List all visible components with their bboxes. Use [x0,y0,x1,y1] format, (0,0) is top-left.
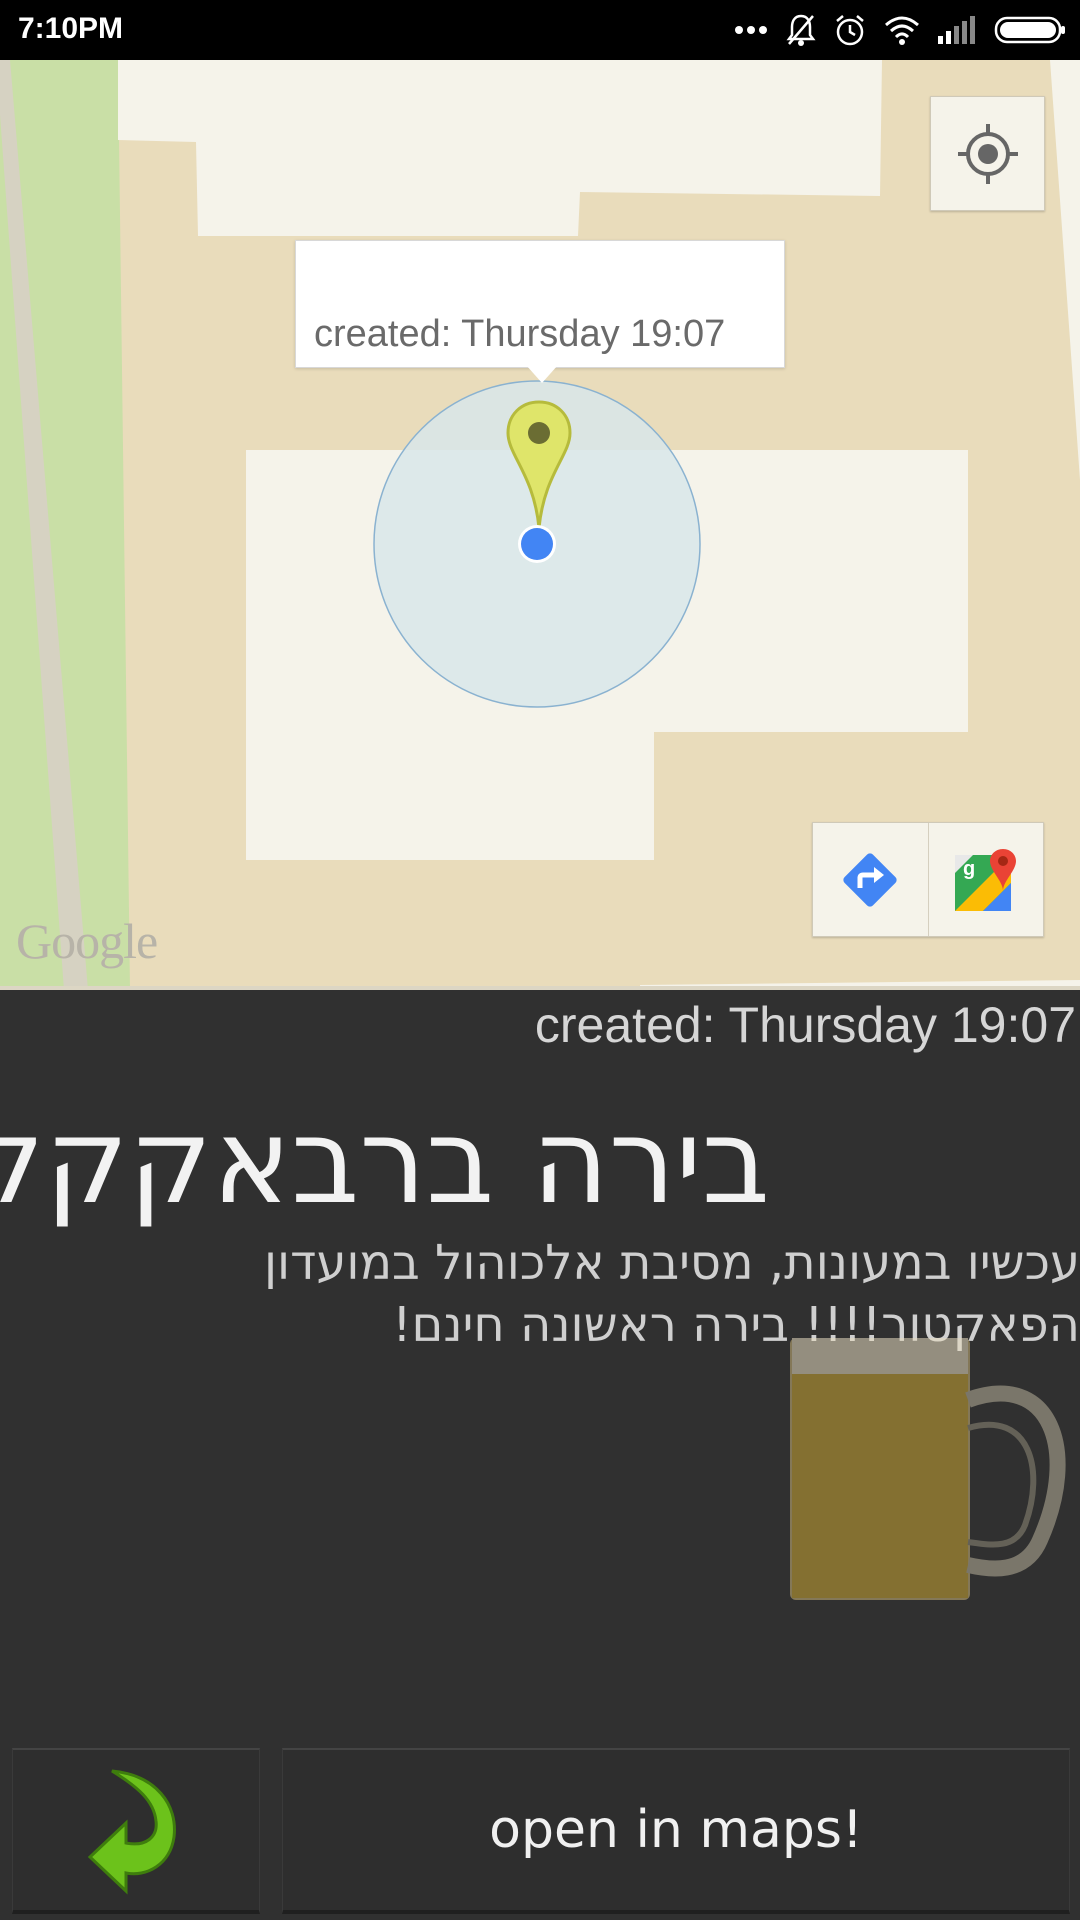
my-location-icon [957,123,1018,184]
battery-icon [994,16,1065,44]
alarm-icon [836,15,864,46]
info-window-text: created: Thursday 19:07 [314,313,726,355]
open-in-maps-button[interactable]: open in maps! [282,1748,1070,1914]
map-toolbar: g [812,822,1044,937]
info-window-pointer [526,365,558,383]
directions-icon [843,852,897,907]
wifi-icon [885,16,919,45]
signal-icon [938,16,975,44]
map-marker-icon[interactable] [504,400,574,530]
directions-button[interactable] [813,823,929,936]
back-button[interactable] [12,1748,260,1914]
status-time: 7:10PM [18,12,124,45]
svg-text:g: g [963,858,975,880]
current-location-dot-icon [518,525,556,563]
beer-mug-image [790,1338,1066,1600]
open-google-maps-button[interactable]: g [929,823,1044,936]
event-title: בירה ברבאקקק [0,1092,770,1230]
created-timestamp: created: Thursday 19:07 [534,997,1076,1053]
my-location-button[interactable] [930,96,1045,211]
google-attribution: Google [16,913,158,969]
status-icons [734,10,1066,50]
map-view[interactable]: created: Thursday 19:07 g Google [0,60,1080,990]
muted-bell-icon [786,14,816,46]
status-bar: 7:10PM [0,0,1080,60]
marker-info-window[interactable]: created: Thursday 19:07 [295,240,785,368]
more-icon [735,26,767,34]
back-arrow-icon [87,1769,176,1895]
google-maps-icon: g [954,848,1016,911]
